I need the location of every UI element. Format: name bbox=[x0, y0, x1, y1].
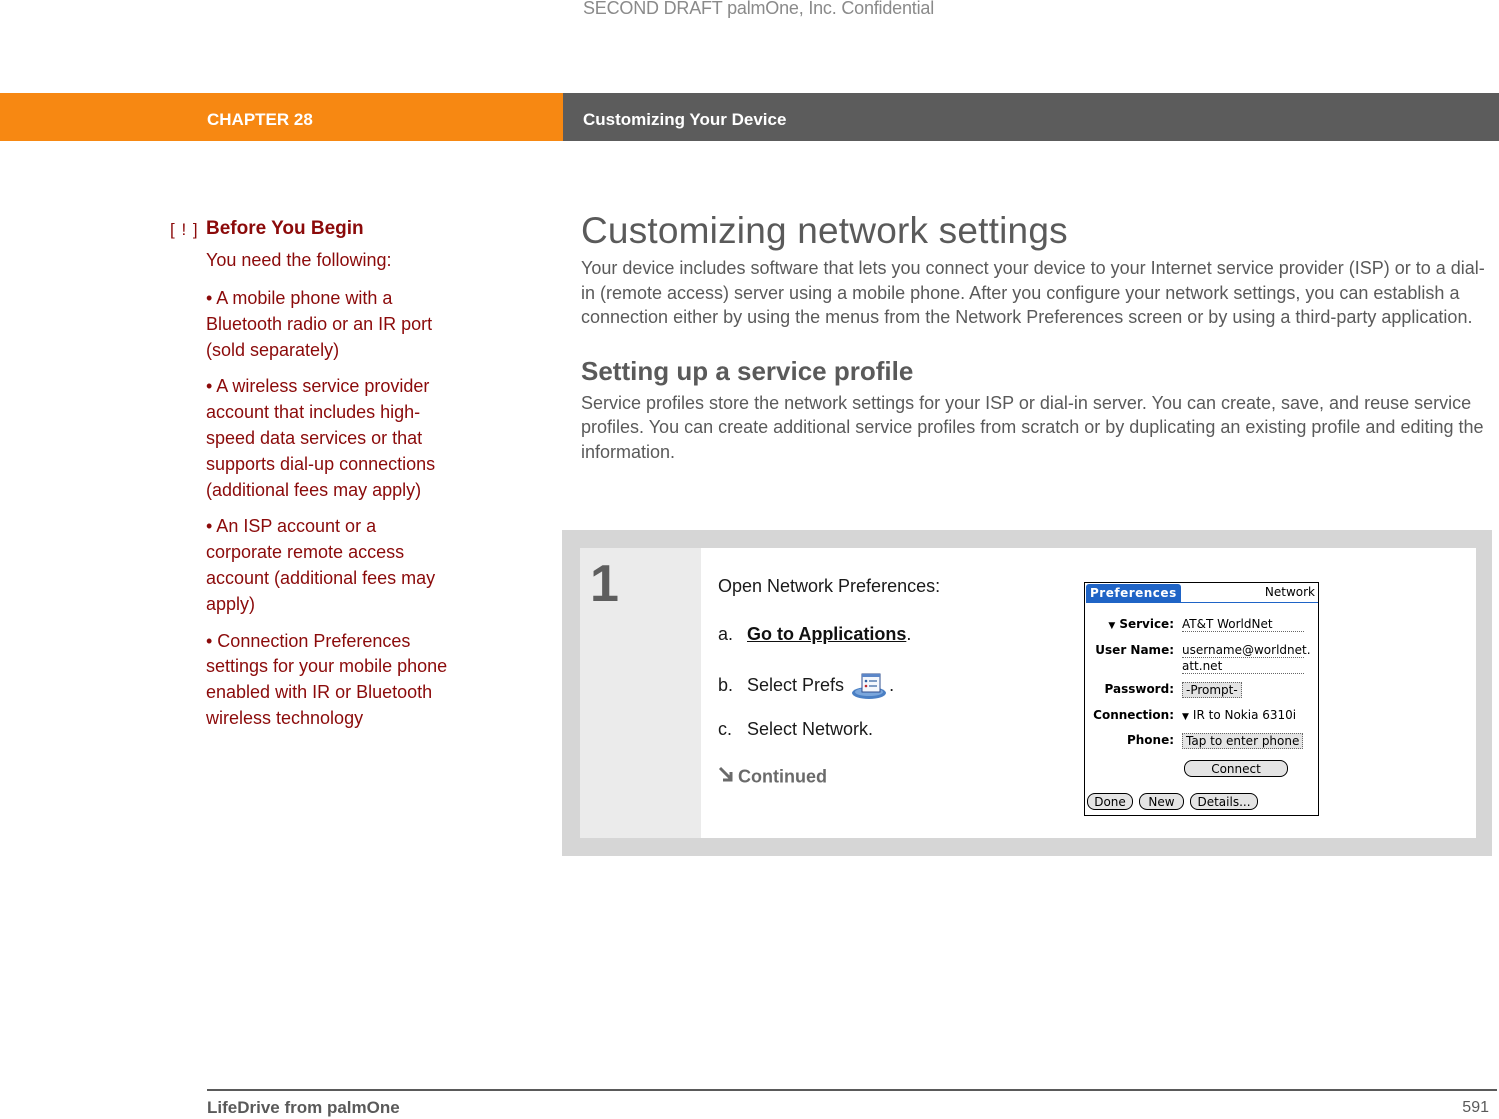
section-paragraph: Service profiles store the network setti… bbox=[581, 392, 1484, 462]
page-number: 591 bbox=[1462, 1099, 1489, 1116]
step-a-label: a. bbox=[718, 623, 734, 644]
step-box: 1 Open Network Preferences: a. Go to Appl… bbox=[562, 530, 1492, 856]
footer-divider bbox=[207, 1089, 1497, 1091]
username-field-line2[interactable]: att.net bbox=[1182, 659, 1304, 674]
intro-paragraph: Your device includes software that lets … bbox=[581, 258, 1485, 327]
palm-title-bar: Preferences Network bbox=[1085, 583, 1318, 604]
connect-button[interactable]: Connect bbox=[1184, 760, 1288, 777]
connection-picker[interactable]: ▼ IR to Nokia 6310i bbox=[1182, 708, 1296, 722]
step-b: b. Select Prefs . bbox=[718, 671, 940, 719]
preferences-tab[interactable]: Preferences bbox=[1086, 584, 1181, 603]
done-button[interactable]: Done bbox=[1087, 793, 1133, 810]
draft-watermark: SECOND DRAFT palmOne, Inc. Confidential bbox=[583, 0, 934, 18]
connection-label: Connection: bbox=[1093, 708, 1174, 722]
requirements-list: • A mobile phone with a Bluetooth radio … bbox=[206, 286, 456, 743]
step-number-column: 1 bbox=[580, 548, 701, 838]
username-label: User Name: bbox=[1095, 643, 1174, 657]
step-a-suffix: . bbox=[906, 623, 912, 644]
requirement-item: • Connection Preferences settings for yo… bbox=[206, 630, 448, 728]
step-content: Open Network Preferences: a. Go to Applic… bbox=[701, 548, 1476, 838]
sidebar-intro: You need the following: bbox=[206, 250, 392, 270]
requirement-item: • An ISP account or a corporate remote a… bbox=[206, 516, 436, 614]
section-title: Setting up a service profile bbox=[581, 355, 914, 386]
chapter-header: CHAPTER 28 Customizing Your Device bbox=[0, 93, 1499, 141]
step-number: 1 bbox=[590, 555, 619, 613]
step-heading: Open Network Preferences: bbox=[718, 576, 941, 596]
network-preferences-screenshot: Preferences Network ▼ Service: AT&T World… bbox=[1084, 582, 1319, 816]
step-c: c. Select Network. bbox=[718, 719, 940, 767]
requirement-item: • A wireless service provider account th… bbox=[206, 376, 436, 500]
phone-label: Phone: bbox=[1126, 733, 1174, 747]
username-field[interactable]: username@worldnet. bbox=[1182, 643, 1311, 658]
service-label: ▼ Service: bbox=[1108, 617, 1174, 631]
service-picker[interactable]: AT&T WorldNet bbox=[1182, 617, 1304, 632]
arrow-down-right-icon bbox=[718, 766, 738, 789]
go-to-applications-link[interactable]: Go to Applications bbox=[747, 624, 906, 644]
dropdown-triangle-icon: ▼ bbox=[1182, 712, 1189, 722]
step-b-suffix: . bbox=[889, 674, 895, 695]
chapter-title: Customizing Your Device bbox=[583, 110, 787, 129]
panel-name: Network bbox=[1264, 585, 1315, 599]
step-b-label: b. bbox=[718, 674, 734, 695]
continued-label: Continued bbox=[738, 766, 827, 787]
title-underline bbox=[1181, 602, 1318, 603]
step-instructions: Open Network Preferences: a. Go to Applic… bbox=[718, 576, 940, 789]
step-c-label: c. bbox=[718, 718, 733, 739]
chapter-title-block: Customizing Your Device bbox=[563, 93, 1499, 141]
page-title: Customizing network settings bbox=[581, 210, 1068, 251]
phone-field[interactable]: Tap to enter phone bbox=[1182, 733, 1304, 749]
step-c-text: Select Network. bbox=[747, 718, 874, 739]
step-a: a. Go to Applications. bbox=[718, 624, 940, 672]
prefs-app-icon bbox=[849, 671, 889, 701]
chapter-label-block: CHAPTER 28 bbox=[0, 93, 563, 141]
password-label: Password: bbox=[1104, 682, 1175, 696]
dropdown-triangle-icon: ▼ bbox=[1108, 621, 1116, 631]
details-button[interactable]: Details... bbox=[1190, 793, 1258, 810]
important-marker-icon: [ ! ] bbox=[170, 220, 199, 239]
continued-indicator: Continued bbox=[718, 766, 940, 789]
sidebar-title: Before You Begin bbox=[206, 218, 364, 239]
requirement-item: • A mobile phone with a Bluetooth radio … bbox=[206, 288, 433, 360]
step-b-text: Select Prefs bbox=[747, 674, 845, 695]
password-field[interactable]: -Prompt- bbox=[1182, 682, 1242, 698]
new-button[interactable]: New bbox=[1139, 793, 1184, 810]
main-content: Customizing network settings Your device… bbox=[581, 210, 1493, 464]
chapter-number: CHAPTER 28 bbox=[207, 110, 313, 129]
footer-book-title: LifeDrive from palmOne bbox=[207, 1098, 400, 1117]
